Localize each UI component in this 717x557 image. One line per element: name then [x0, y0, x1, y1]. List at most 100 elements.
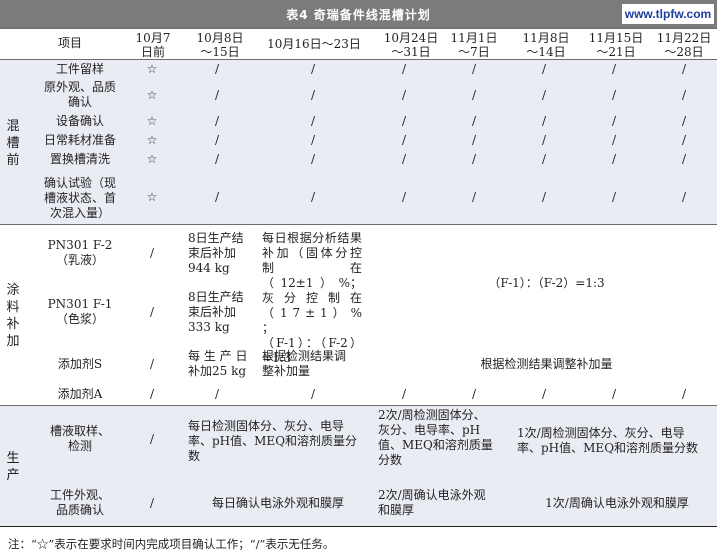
header-col: 10月8日 ～15日 — [196, 31, 244, 59]
cell-text: 1次/周检测固体分、灰分、电导 率、pH值、MEQ和溶剂质量分数 — [517, 426, 699, 455]
slash-cell: / — [681, 114, 687, 128]
cell-text: 根据检测结果调整补加量 — [480, 357, 613, 371]
header-col: 10月24日 ～31日 — [383, 31, 439, 59]
slash-cell: / — [310, 88, 316, 102]
row-label: 确认试验（现 槽液状态、首 次混入量） — [43, 176, 116, 220]
cell-text: 8日生产结 束后补加 333 kg — [188, 290, 244, 334]
row-label: PN301 F-2 （乳液） — [47, 238, 113, 267]
rule — [0, 59, 717, 60]
slash-cell: / — [214, 152, 220, 166]
header-col: 10月7 日前 — [135, 31, 171, 59]
slash-cell: / — [471, 152, 477, 166]
cell-text: 1次/周确认电泳外观和膜厚 — [545, 496, 689, 510]
row-label: 日常耗材准备 — [43, 133, 116, 147]
slash-cell: / — [471, 88, 477, 102]
watermark: www.tlpfw.com — [622, 4, 714, 24]
header-col: 11月15日 ～21日 — [588, 31, 644, 59]
row-label: 添加剂S — [57, 357, 103, 371]
header-col: 11月1日 ～7日 — [450, 31, 498, 59]
star-cell: ☆ — [146, 190, 158, 204]
rule — [0, 28, 717, 29]
cell-text: 每日确认电泳外观和膜厚 — [211, 496, 344, 510]
row-label: 置换槽清洗 — [49, 152, 110, 166]
slash-cell: / — [541, 62, 547, 76]
slash-cell: / — [611, 88, 617, 102]
slash-cell: / — [401, 62, 407, 76]
ratio-text: （F-1）：（F-2）=1:3 — [488, 276, 605, 290]
slash-cell: / — [214, 387, 220, 401]
cell-text: 每日根据分析结果 补加（固体分控 制在（12±1）%； 灰 分 控 制 在 （ … — [262, 231, 362, 365]
cell-text: 8日生产结 束后补加 944 kg — [188, 231, 244, 275]
cell-text: 每日检测固体分、灰分、电导 率、pH值、MEQ和溶剂质量分 数 — [188, 419, 358, 463]
footnote: 注：“☆”表示在要求时间内完成项目确认工作；“/”表示无任务。 — [8, 537, 335, 551]
slash-cell: / — [401, 133, 407, 147]
slash-cell: / — [611, 190, 617, 204]
slash-cell: / — [541, 88, 547, 102]
row-label: 工件留样 — [55, 62, 104, 76]
row-label: 添加剂A — [57, 387, 103, 401]
slash-cell: / — [681, 152, 687, 166]
slash-cell: / — [149, 496, 155, 510]
slash-cell: / — [149, 305, 155, 319]
row-label: 工件外观、 品质确认 — [49, 488, 110, 517]
slash-cell: / — [310, 152, 316, 166]
slash-cell: / — [214, 62, 220, 76]
slash-cell: / — [471, 62, 477, 76]
slash-cell: / — [681, 88, 687, 102]
slash-cell: / — [310, 62, 316, 76]
slash-cell: / — [310, 133, 316, 147]
slash-cell: / — [149, 357, 155, 371]
header-item: 项目 — [57, 36, 82, 50]
header-col: 11月22日 ～28日 — [656, 31, 712, 59]
slash-cell: / — [214, 190, 220, 204]
slash-cell: / — [310, 114, 316, 128]
slash-cell: / — [471, 133, 477, 147]
slash-cell: / — [214, 88, 220, 102]
rule — [0, 526, 717, 527]
slash-cell: / — [401, 152, 407, 166]
slash-cell: / — [401, 114, 407, 128]
section-label-production: 生 产 — [6, 451, 20, 483]
section-label-mixing: 混 槽 前 — [6, 119, 20, 168]
slash-cell: / — [471, 190, 477, 204]
slash-cell: / — [611, 114, 617, 128]
row-label: 设备确认 — [55, 114, 104, 128]
slash-cell: / — [611, 133, 617, 147]
slash-cell: / — [401, 88, 407, 102]
header-col: 11月8日 ～14日 — [522, 31, 570, 59]
table-title: 表4 奇瑞备件线混槽计划 — [286, 8, 431, 22]
slash-cell: / — [401, 190, 407, 204]
cell-text: 2次/周检测固体分、 灰分、电导率、pH 值、MEQ和溶剂质量 分数 — [378, 408, 493, 467]
slash-cell: / — [611, 152, 617, 166]
cell-text: 2次/周确认电泳外观 和膜厚 — [378, 488, 486, 517]
slash-cell: / — [310, 387, 316, 401]
slash-cell: / — [310, 190, 316, 204]
row-label: PN301 F-1 （色浆） — [47, 297, 113, 326]
slash-cell: / — [541, 133, 547, 147]
slash-cell: / — [149, 387, 155, 401]
cell-text: 每 生 产 日 补加25 kg — [188, 349, 248, 378]
star-cell: ☆ — [146, 114, 158, 128]
slash-cell: / — [611, 387, 617, 401]
row-label: 槽液取样、 检测 — [49, 424, 110, 453]
section-label-coating: 涂 料 补 加 — [6, 283, 20, 349]
slash-cell: / — [214, 133, 220, 147]
slash-cell: / — [149, 432, 155, 446]
slash-cell: / — [471, 387, 477, 401]
slash-cell: / — [681, 190, 687, 204]
star-cell: ☆ — [146, 88, 158, 102]
rule — [0, 405, 717, 406]
slash-cell: / — [149, 246, 155, 260]
header-col: 10月16日～23日 — [267, 37, 361, 51]
slash-cell: / — [541, 114, 547, 128]
rule — [0, 224, 717, 225]
cell-text: 根据检测结果调 整补加量 — [262, 349, 347, 378]
slash-cell: / — [611, 62, 617, 76]
slash-cell: / — [541, 387, 547, 401]
slash-cell: / — [681, 133, 687, 147]
star-cell: ☆ — [146, 152, 158, 166]
slash-cell: / — [541, 152, 547, 166]
slash-cell: / — [471, 114, 477, 128]
star-cell: ☆ — [146, 133, 158, 147]
star-cell: ☆ — [146, 62, 158, 76]
